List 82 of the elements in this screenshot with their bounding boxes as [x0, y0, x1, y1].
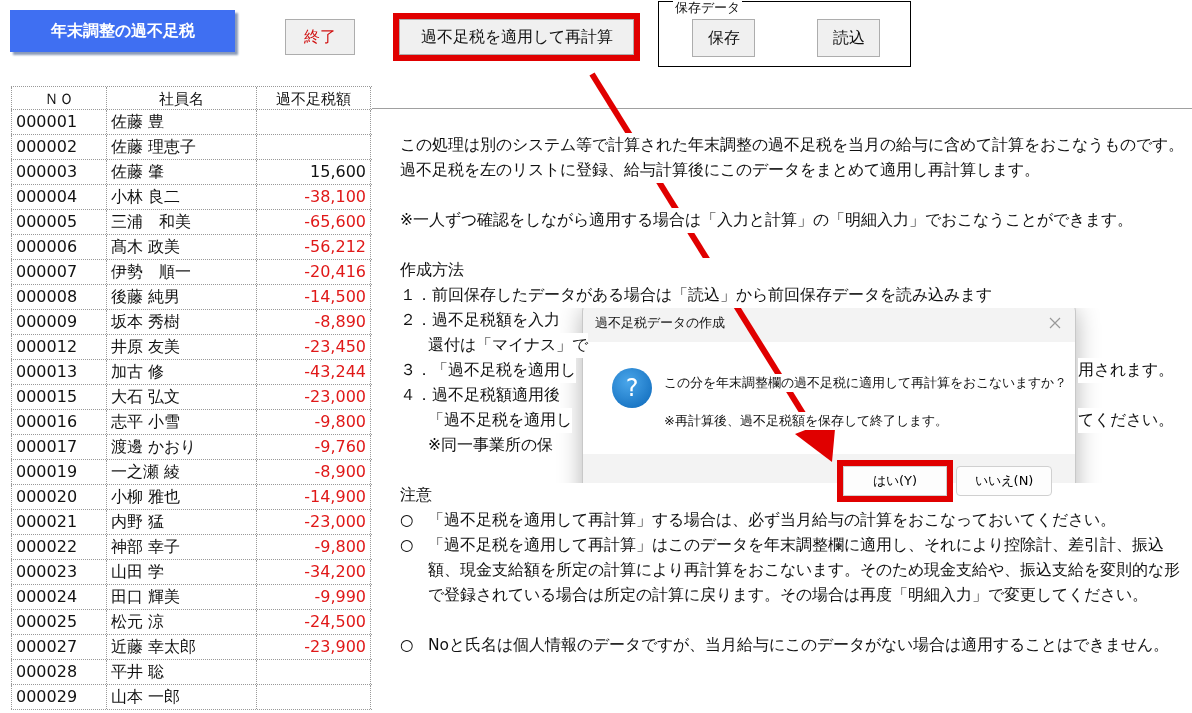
- employee-number-cell: 000009: [11, 310, 106, 334]
- employee-name-cell: 佐藤 理恵子: [106, 135, 256, 159]
- employee-name-cell: 一之瀬 綾: [106, 460, 256, 484]
- employee-name-cell: 小林 良二: [106, 185, 256, 209]
- employee-number-cell: 000027: [11, 635, 106, 659]
- amount-cell: -23,450: [256, 335, 371, 359]
- employee-name-cell: 佐藤 豊: [106, 110, 256, 134]
- page-title: 年末調整の過不足税: [10, 10, 235, 52]
- employee-name-cell: 山本 一郎: [106, 685, 256, 709]
- employee-number-cell: 000017: [11, 435, 106, 459]
- amount-cell: -8,900: [256, 460, 371, 484]
- note-text: 還付は「マイナス」で: [428, 333, 588, 358]
- exit-button[interactable]: 終了: [285, 19, 355, 55]
- employee-name-cell: 佐藤 肇: [106, 160, 256, 184]
- amount-cell: -38,100: [256, 185, 371, 209]
- employee-name-cell: 坂本 秀樹: [106, 310, 256, 334]
- employee-number-cell: 000006: [11, 235, 106, 259]
- amount-cell: -23,000: [256, 385, 371, 409]
- employee-name-cell: 山田 学: [106, 560, 256, 584]
- employee-number-cell: 000002: [11, 135, 106, 159]
- employee-name-cell: 伊勢 順一: [106, 260, 256, 284]
- amount-cell: -14,900: [256, 485, 371, 509]
- employee-number-cell: 000028: [11, 660, 106, 684]
- amount-cell: -34,200: [256, 560, 371, 584]
- employee-number-cell: 000019: [11, 460, 106, 484]
- close-icon[interactable]: [1049, 317, 1061, 329]
- amount-cell: -20,416: [256, 260, 371, 284]
- amount-cell: -24,500: [256, 610, 371, 634]
- amount-cell: -56,212: [256, 235, 371, 259]
- employee-number-cell: 000015: [11, 385, 106, 409]
- amount-cell: -9,800: [256, 535, 371, 559]
- employee-number-cell: 000023: [11, 560, 106, 584]
- employee-name-cell: 神部 幸子: [106, 535, 256, 559]
- employee-name-cell: 志平 小雪: [106, 410, 256, 434]
- employee-name-cell: 小柳 雅也: [106, 485, 256, 509]
- amount-cell: 15,600: [256, 160, 371, 184]
- employee-number-cell: 000012: [11, 335, 106, 359]
- employee-name-cell: 髙木 政美: [106, 235, 256, 259]
- employee-number-cell: 000008: [11, 285, 106, 309]
- amount-cell: -23,000: [256, 510, 371, 534]
- employee-number-cell: 000029: [11, 685, 106, 709]
- amount-cell: -23,900: [256, 635, 371, 659]
- no-column-header: ＮＯ: [11, 87, 106, 109]
- load-button[interactable]: 読込: [817, 19, 880, 57]
- employee-name-cell: 大石 弘文: [106, 385, 256, 409]
- employee-number-cell: 000020: [11, 485, 106, 509]
- employee-number-cell: 000005: [11, 210, 106, 234]
- amount-cell: -43,244: [256, 360, 371, 384]
- dialog-title: 過不足税データの作成: [595, 314, 725, 332]
- employee-name-cell: 松元 涼: [106, 610, 256, 634]
- employee-name-cell: 内野 猛: [106, 510, 256, 534]
- amount-cell: -14,500: [256, 285, 371, 309]
- employee-name-cell: 井原 友美: [106, 335, 256, 359]
- amount-cell: -9,990: [256, 585, 371, 609]
- amount-cell: -8,890: [256, 310, 371, 334]
- employee-number-cell: 000013: [11, 360, 106, 384]
- employee-number-cell: 000003: [11, 160, 106, 184]
- amount-column-header: 過不足税額: [256, 87, 371, 109]
- employee-name-cell: 田口 輝美: [106, 585, 256, 609]
- save-button[interactable]: 保存: [692, 19, 755, 57]
- employee-number-cell: 000007: [11, 260, 106, 284]
- employee-number-cell: 000024: [11, 585, 106, 609]
- employee-name-cell: 加古 修: [106, 360, 256, 384]
- name-column-header: 社員名: [106, 87, 256, 109]
- employee-name-cell: 平井 聡: [106, 660, 256, 684]
- employee-number-cell: 000004: [11, 185, 106, 209]
- employee-name-cell: 渡邊 かおり: [106, 435, 256, 459]
- no-button[interactable]: いいえ(N): [956, 466, 1052, 496]
- employee-name-cell: 後藤 純男: [106, 285, 256, 309]
- employee-number-cell: 000021: [11, 510, 106, 534]
- employee-number-cell: 000022: [11, 535, 106, 559]
- amount-cell: -9,760: [256, 435, 371, 459]
- employee-name-cell: 三浦 和美: [106, 210, 256, 234]
- group-label: 保存データ: [673, 0, 742, 17]
- employee-number-cell: 000025: [11, 610, 106, 634]
- question-icon: ?: [612, 368, 652, 408]
- dialog-message: この分を年末調整欄の過不足税に適用して再計算をおこないますか？: [664, 374, 1067, 392]
- employee-number-cell: 000001: [11, 110, 106, 134]
- employee-number-cell: 000016: [11, 410, 106, 434]
- amount-cell: -9,800: [256, 410, 371, 434]
- amount-cell: -65,600: [256, 210, 371, 234]
- employee-name-cell: 近藤 幸太郎: [106, 635, 256, 659]
